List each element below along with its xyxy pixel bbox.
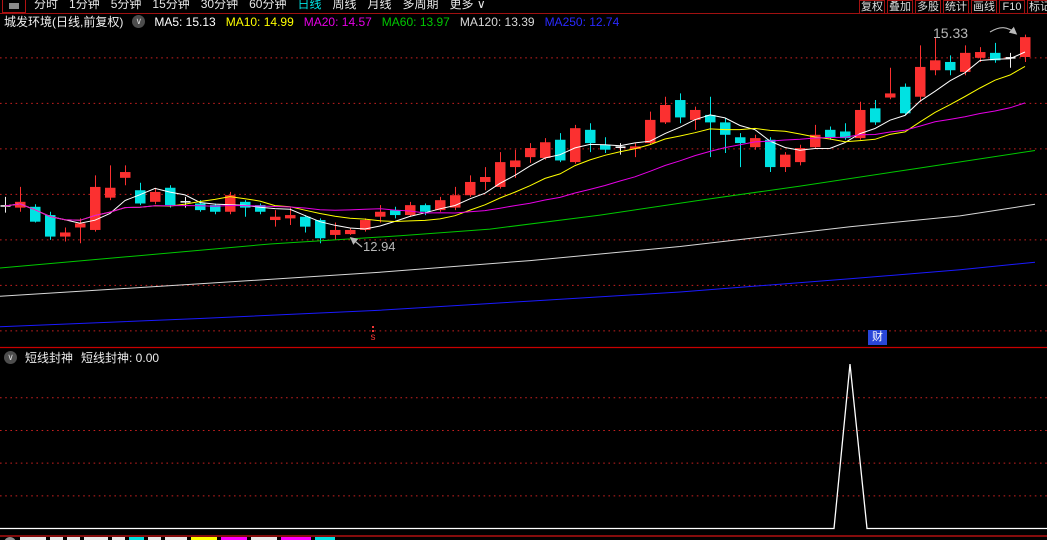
period-tab-月线[interactable]: 月线	[368, 0, 392, 12]
ma-label: MA120: 13.39	[459, 14, 535, 29]
ma-label: MA20: 14.57	[303, 14, 372, 29]
chevron-down-icon[interactable]: ∨	[132, 15, 146, 28]
indicator-name: 短线封神	[25, 351, 74, 365]
topbar: 分时 1分钟 5分钟 15分钟 30分钟 60分钟 日线 周线 月线 多周期 更多 ∨ 复权 叠加 多股…	[0, 0, 1047, 14]
annotation-arrows-layer	[349, 26, 1018, 248]
period-tab-15分钟[interactable]: 15分钟	[152, 0, 189, 12]
price-annotation-low: 12.94	[363, 239, 396, 254]
chevron-down-icon[interactable]: ∨	[4, 351, 17, 364]
price-chart-canvas[interactable]	[0, 0, 1047, 540]
toolbar-button-标记[interactable]: 标记	[1027, 0, 1047, 13]
period-tab-周线[interactable]: 周线	[332, 0, 356, 12]
period-tab-更多 ∨[interactable]: 更多 ∨	[450, 0, 486, 12]
toolbar-buttons: 复权叠加多股统计画线F10标记	[859, 0, 1047, 13]
stock-title: 城发环境(日线,前复权)	[4, 15, 124, 29]
period-tab-分时[interactable]: 分时	[34, 0, 58, 12]
trading-app-window: 分时 1分钟 5分钟 15分钟 30分钟 60分钟 日线 周线 月线 多周期 更多 ∨ 复权 叠加 多股…	[0, 0, 1047, 540]
ma-label: MA5: 15.13	[154, 14, 216, 29]
toolbar-button-叠加[interactable]: 叠加	[887, 0, 913, 13]
period-tabs: 分时 1分钟 5分钟 15分钟 30分钟 60分钟 日线 周线 月线 多周期 更多 ∨	[34, 0, 486, 12]
chart-header: 城发环境(日线,前复权) ∨ MA5: 15.13 MA10: 14.99 MA20…	[4, 14, 619, 30]
dividend-marker-label: s	[370, 332, 376, 343]
ma-label: MA250: 12.74	[544, 14, 620, 29]
period-tab-60分钟[interactable]: 60分钟	[249, 0, 286, 12]
period-tab-5分钟[interactable]: 5分钟	[111, 0, 142, 12]
toolbar-button-F10[interactable]: F10	[999, 0, 1025, 13]
indicator-series-value: 短线封神: 0.00	[81, 351, 160, 365]
toolbar-button-复权[interactable]: 复权	[859, 0, 885, 13]
ma-label: MA60: 13.97	[381, 14, 450, 29]
finance-report-marker[interactable]: 财	[868, 330, 887, 345]
ma-value-labels: MA5: 15.13 MA10: 14.99 MA20: 14.57 MA60: 13…	[154, 15, 619, 29]
period-tab-多周期[interactable]: 多周期	[403, 0, 439, 12]
indicator-layer	[0, 364, 1047, 537]
period-tab-30分钟[interactable]: 30分钟	[201, 0, 238, 12]
app-menu-icon[interactable]	[2, 0, 26, 13]
ma-label: MA10: 14.99	[225, 14, 294, 29]
price-annotation-high: 15.33	[933, 25, 969, 41]
toolbar-button-统计[interactable]: 统计	[943, 0, 969, 13]
toolbar-button-画线[interactable]: 画线	[971, 0, 997, 13]
period-tab-1分钟[interactable]: 1分钟	[69, 0, 100, 12]
indicator-header: ∨ 短线封神 短线封神: 0.00	[4, 350, 159, 365]
period-tab-日线[interactable]: 日线	[297, 0, 321, 12]
toolbar-button-多股[interactable]: 多股	[915, 0, 941, 13]
dividend-event-marker[interactable]: s	[366, 326, 380, 343]
